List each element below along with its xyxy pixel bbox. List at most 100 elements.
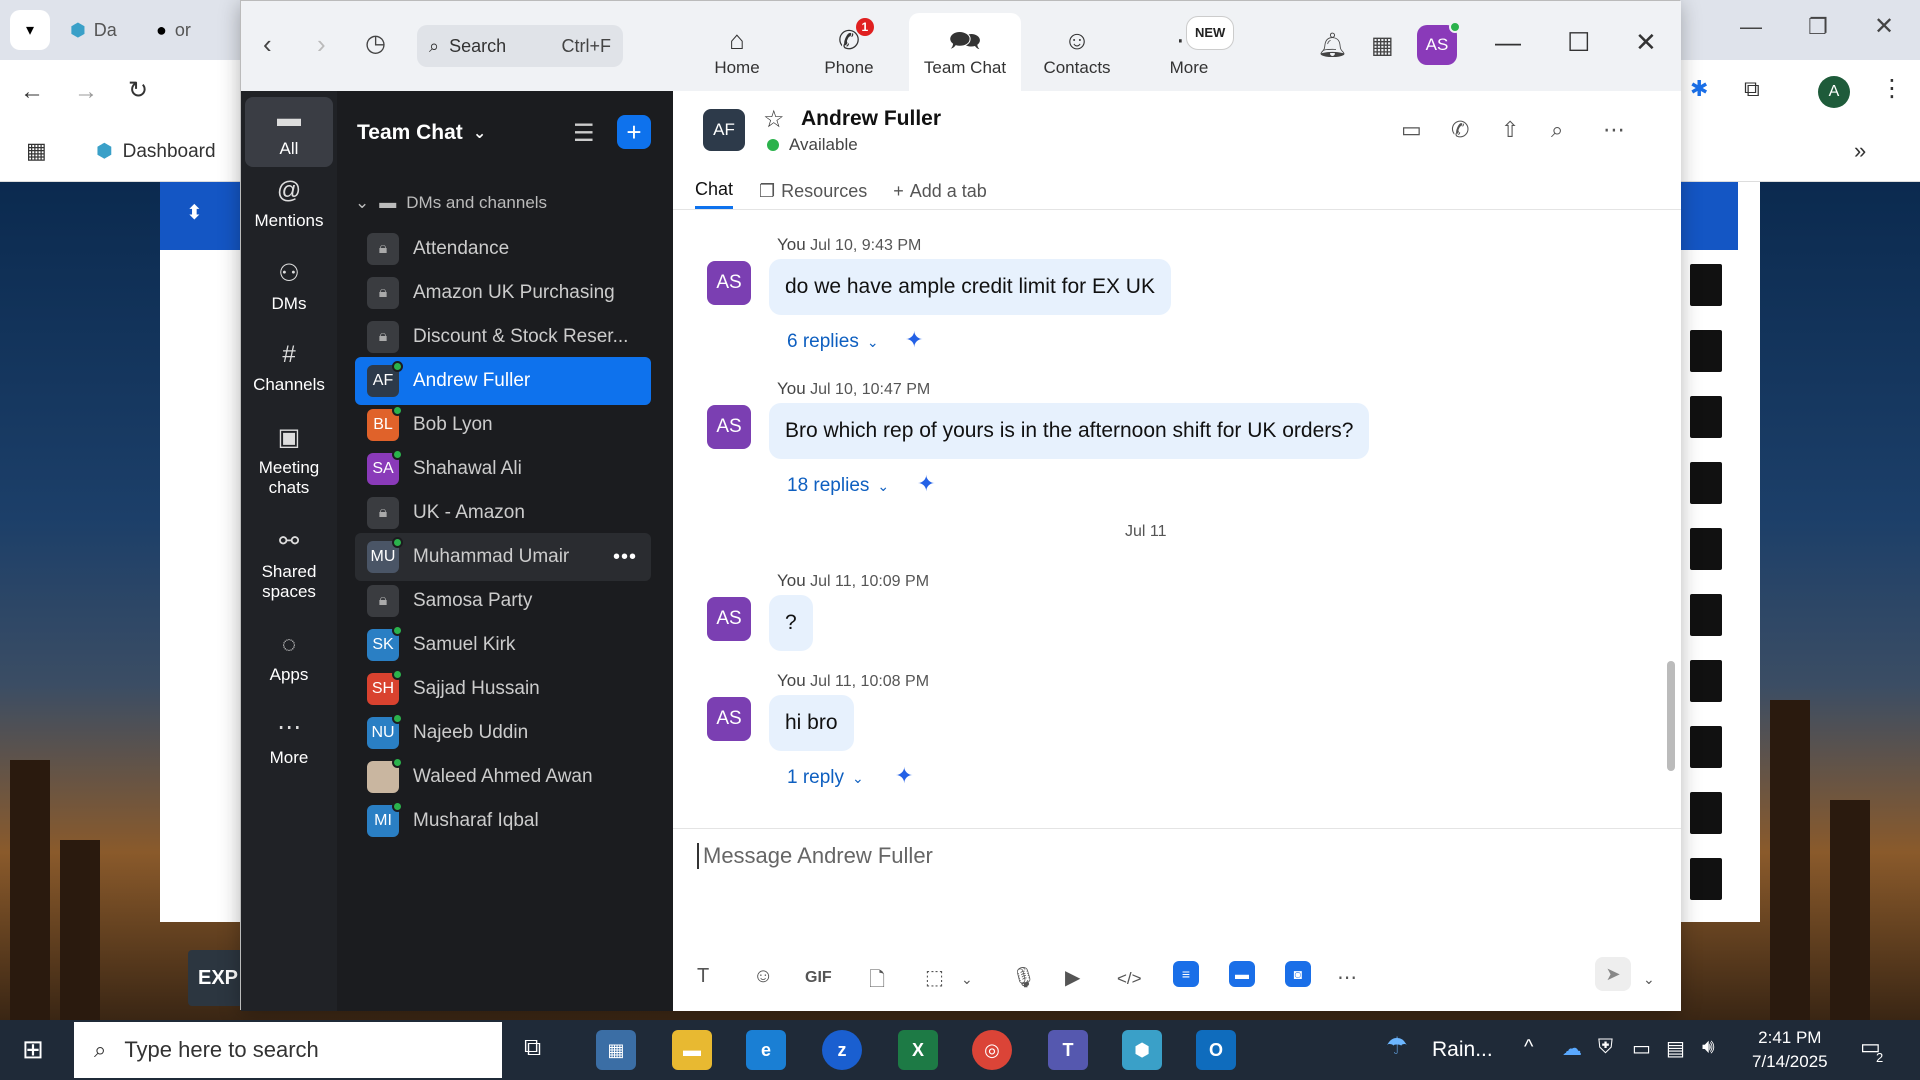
avatar[interactable]: AS — [707, 261, 751, 305]
tab-phone[interactable]: ✆ 1 Phone — [793, 13, 905, 91]
browser-tab[interactable]: ⬢ Da — [70, 12, 117, 48]
minimize-icon[interactable]: — — [1740, 14, 1762, 40]
channel-item[interactable]: 🔒︎ UK - Amazon — [355, 489, 651, 537]
screenshot-icon[interactable]: ⬚ — [925, 965, 944, 990]
ai-sparkle-icon[interactable]: ✦ — [905, 327, 923, 353]
app-icon[interactable]: ◙ — [1285, 961, 1311, 987]
share-screen-icon[interactable]: ⇧ — [1501, 117, 1519, 143]
chrome-icon[interactable]: ◎ — [972, 1030, 1012, 1070]
sort-icon[interactable]: ⬍ — [186, 200, 203, 225]
puzzle-icon[interactable]: ⧉ — [1744, 76, 1760, 102]
avatar[interactable]: AS — [707, 597, 751, 641]
replies-link[interactable]: 18 replies ⌄ — [787, 475, 889, 497]
onedrive-icon[interactable]: ☁ — [1562, 1036, 1582, 1061]
browser-tab[interactable]: ● or — [156, 12, 191, 48]
tab-chat[interactable]: Chat — [695, 173, 734, 209]
chat-scrollbar[interactable] — [1667, 661, 1675, 771]
restore-icon[interactable]: ❐ — [1808, 14, 1828, 40]
extension-icon[interactable]: ✱ — [1690, 76, 1708, 102]
channel-item[interactable]: 🔒︎ Discount & Stock Reser... — [355, 313, 651, 361]
bell-icon[interactable]: 🔔︎ — [1317, 31, 1347, 60]
profile-avatar[interactable]: A — [1818, 76, 1850, 108]
emoji-icon[interactable]: ☺ — [753, 965, 773, 988]
volume-icon[interactable]: 🔊︎ — [1702, 1036, 1715, 1059]
video-message-icon[interactable]: ▶ — [1065, 965, 1080, 990]
rail-dms[interactable]: ⚇ DMs — [245, 251, 333, 322]
contact-name[interactable]: Andrew Fuller — [801, 107, 941, 131]
dm-item[interactable]: MU Muhammad Umair ••• — [355, 533, 651, 581]
close-icon[interactable]: ✕ — [1874, 12, 1894, 41]
tab-team-chat[interactable]: 🗪 Team Chat — [909, 13, 1021, 91]
more-options-icon[interactable]: ••• — [613, 546, 637, 569]
apps-grid-icon[interactable]: ▦ — [26, 138, 47, 164]
send-button[interactable]: ➤ — [1595, 957, 1631, 991]
replies-link[interactable]: 1 reply ⌄ — [787, 767, 864, 789]
teams-icon[interactable]: T — [1048, 1030, 1088, 1070]
calendar-icon[interactable]: ▦ — [1371, 31, 1394, 60]
ai-sparkle-icon[interactable]: ✦ — [895, 763, 913, 789]
tab-list-button[interactable]: ▾ — [10, 10, 50, 50]
weather-icon[interactable]: ☂ — [1386, 1032, 1408, 1061]
maximize-icon[interactable]: ☐ — [1567, 27, 1590, 58]
forward-icon[interactable]: → — [74, 78, 98, 106]
user-avatar[interactable]: AS — [1417, 21, 1461, 65]
filter-icon[interactable]: ☰ — [573, 119, 595, 148]
back-arrow-icon[interactable]: ‹ — [263, 29, 272, 60]
message-input[interactable]: Message Andrew Fuller — [697, 843, 933, 869]
panel-title[interactable]: Team Chat ⌄ — [357, 121, 486, 145]
reload-icon[interactable]: ↻ — [128, 76, 148, 105]
excel-icon[interactable]: X — [898, 1030, 938, 1070]
file-explorer-icon[interactable]: ▬ — [672, 1030, 712, 1070]
microphone-icon[interactable]: 🎙︎ — [1011, 965, 1036, 990]
gif-icon[interactable]: GIF — [805, 969, 832, 987]
rail-mentions[interactable]: @ Mentions — [245, 169, 333, 239]
dm-item[interactable]: NU Najeeb Uddin — [355, 709, 651, 757]
message-bubble[interactable]: do we have ample credit limit for EX UK — [769, 259, 1171, 315]
edge-icon[interactable]: e — [746, 1030, 786, 1070]
search-box[interactable]: ⌕ Search Ctrl+F — [417, 25, 623, 67]
channel-item[interactable]: 🔒︎ Amazon UK Purchasing — [355, 269, 651, 317]
exp-button[interactable]: EXP — [188, 950, 248, 1006]
rail-shared-spaces[interactable]: ⚯ Shared spaces — [245, 519, 333, 610]
battery-icon[interactable]: ▭ — [1632, 1036, 1651, 1061]
tab-more[interactable]: ⋯NEWMore — [1133, 13, 1245, 91]
app-icon[interactable]: ≡ — [1173, 961, 1199, 987]
more-options-icon[interactable]: ⋯ — [1603, 117, 1625, 143]
avatar[interactable]: AS — [707, 405, 751, 449]
chevron-right-icon[interactable]: » — [1854, 138, 1866, 164]
task-view-icon[interactable]: ⧉ — [524, 1034, 541, 1062]
outlook-icon[interactable]: O — [1196, 1030, 1236, 1070]
back-icon[interactable]: ← — [20, 78, 44, 106]
replies-link[interactable]: 6 replies ⌄ — [787, 331, 879, 353]
avatar[interactable]: AS — [707, 697, 751, 741]
dm-item[interactable]: Waleed Ahmed Awan — [355, 753, 651, 801]
more-dots-icon[interactable]: ⋯ — [1337, 965, 1357, 990]
rail-all[interactable]: ▬ All — [245, 97, 333, 167]
calculator-icon[interactable]: ▦ — [596, 1030, 636, 1070]
minimize-icon[interactable]: — — [1495, 27, 1521, 58]
channel-item[interactable]: 🔒︎ Attendance — [355, 225, 651, 273]
rail-apps[interactable]: ◌ Apps — [245, 623, 333, 693]
menu-icon[interactable]: ⋮ — [1880, 74, 1904, 103]
tab-home[interactable]: ⌂ Home — [681, 13, 793, 91]
weather-label[interactable]: Rain... — [1432, 1038, 1493, 1062]
message-bubble[interactable]: ? — [769, 595, 813, 651]
file-icon[interactable]: 🗋︎ — [869, 965, 885, 999]
tab-contacts[interactable]: ☺ Contacts — [1021, 13, 1133, 91]
new-chat-button[interactable]: + — [617, 115, 651, 149]
chevron-down-icon[interactable]: ⌄ — [961, 971, 973, 988]
channel-item[interactable]: 🔒︎ Samosa Party — [355, 577, 651, 625]
bookmark-dashboard[interactable]: ⬢ Dashboard — [96, 140, 216, 163]
dm-item[interactable]: MI Musharaf Iqbal — [355, 797, 651, 845]
contact-avatar[interactable]: AF — [703, 109, 745, 151]
dm-item[interactable]: SK Samuel Kirk — [355, 621, 651, 669]
star-icon[interactable]: ☆ — [763, 105, 785, 134]
ai-sparkle-icon[interactable]: ✦ — [917, 471, 935, 497]
app-icon[interactable]: ⬢ — [1122, 1030, 1162, 1070]
rail-more[interactable]: ⋯ More — [245, 705, 333, 776]
phone-icon[interactable]: ✆ — [1451, 117, 1469, 143]
chevron-up-icon[interactable]: ^ — [1524, 1036, 1533, 1059]
dm-item[interactable]: BL Bob Lyon — [355, 401, 651, 449]
network-icon[interactable]: ▤ — [1666, 1036, 1685, 1061]
search-icon[interactable]: ⌕ — [1551, 117, 1563, 143]
